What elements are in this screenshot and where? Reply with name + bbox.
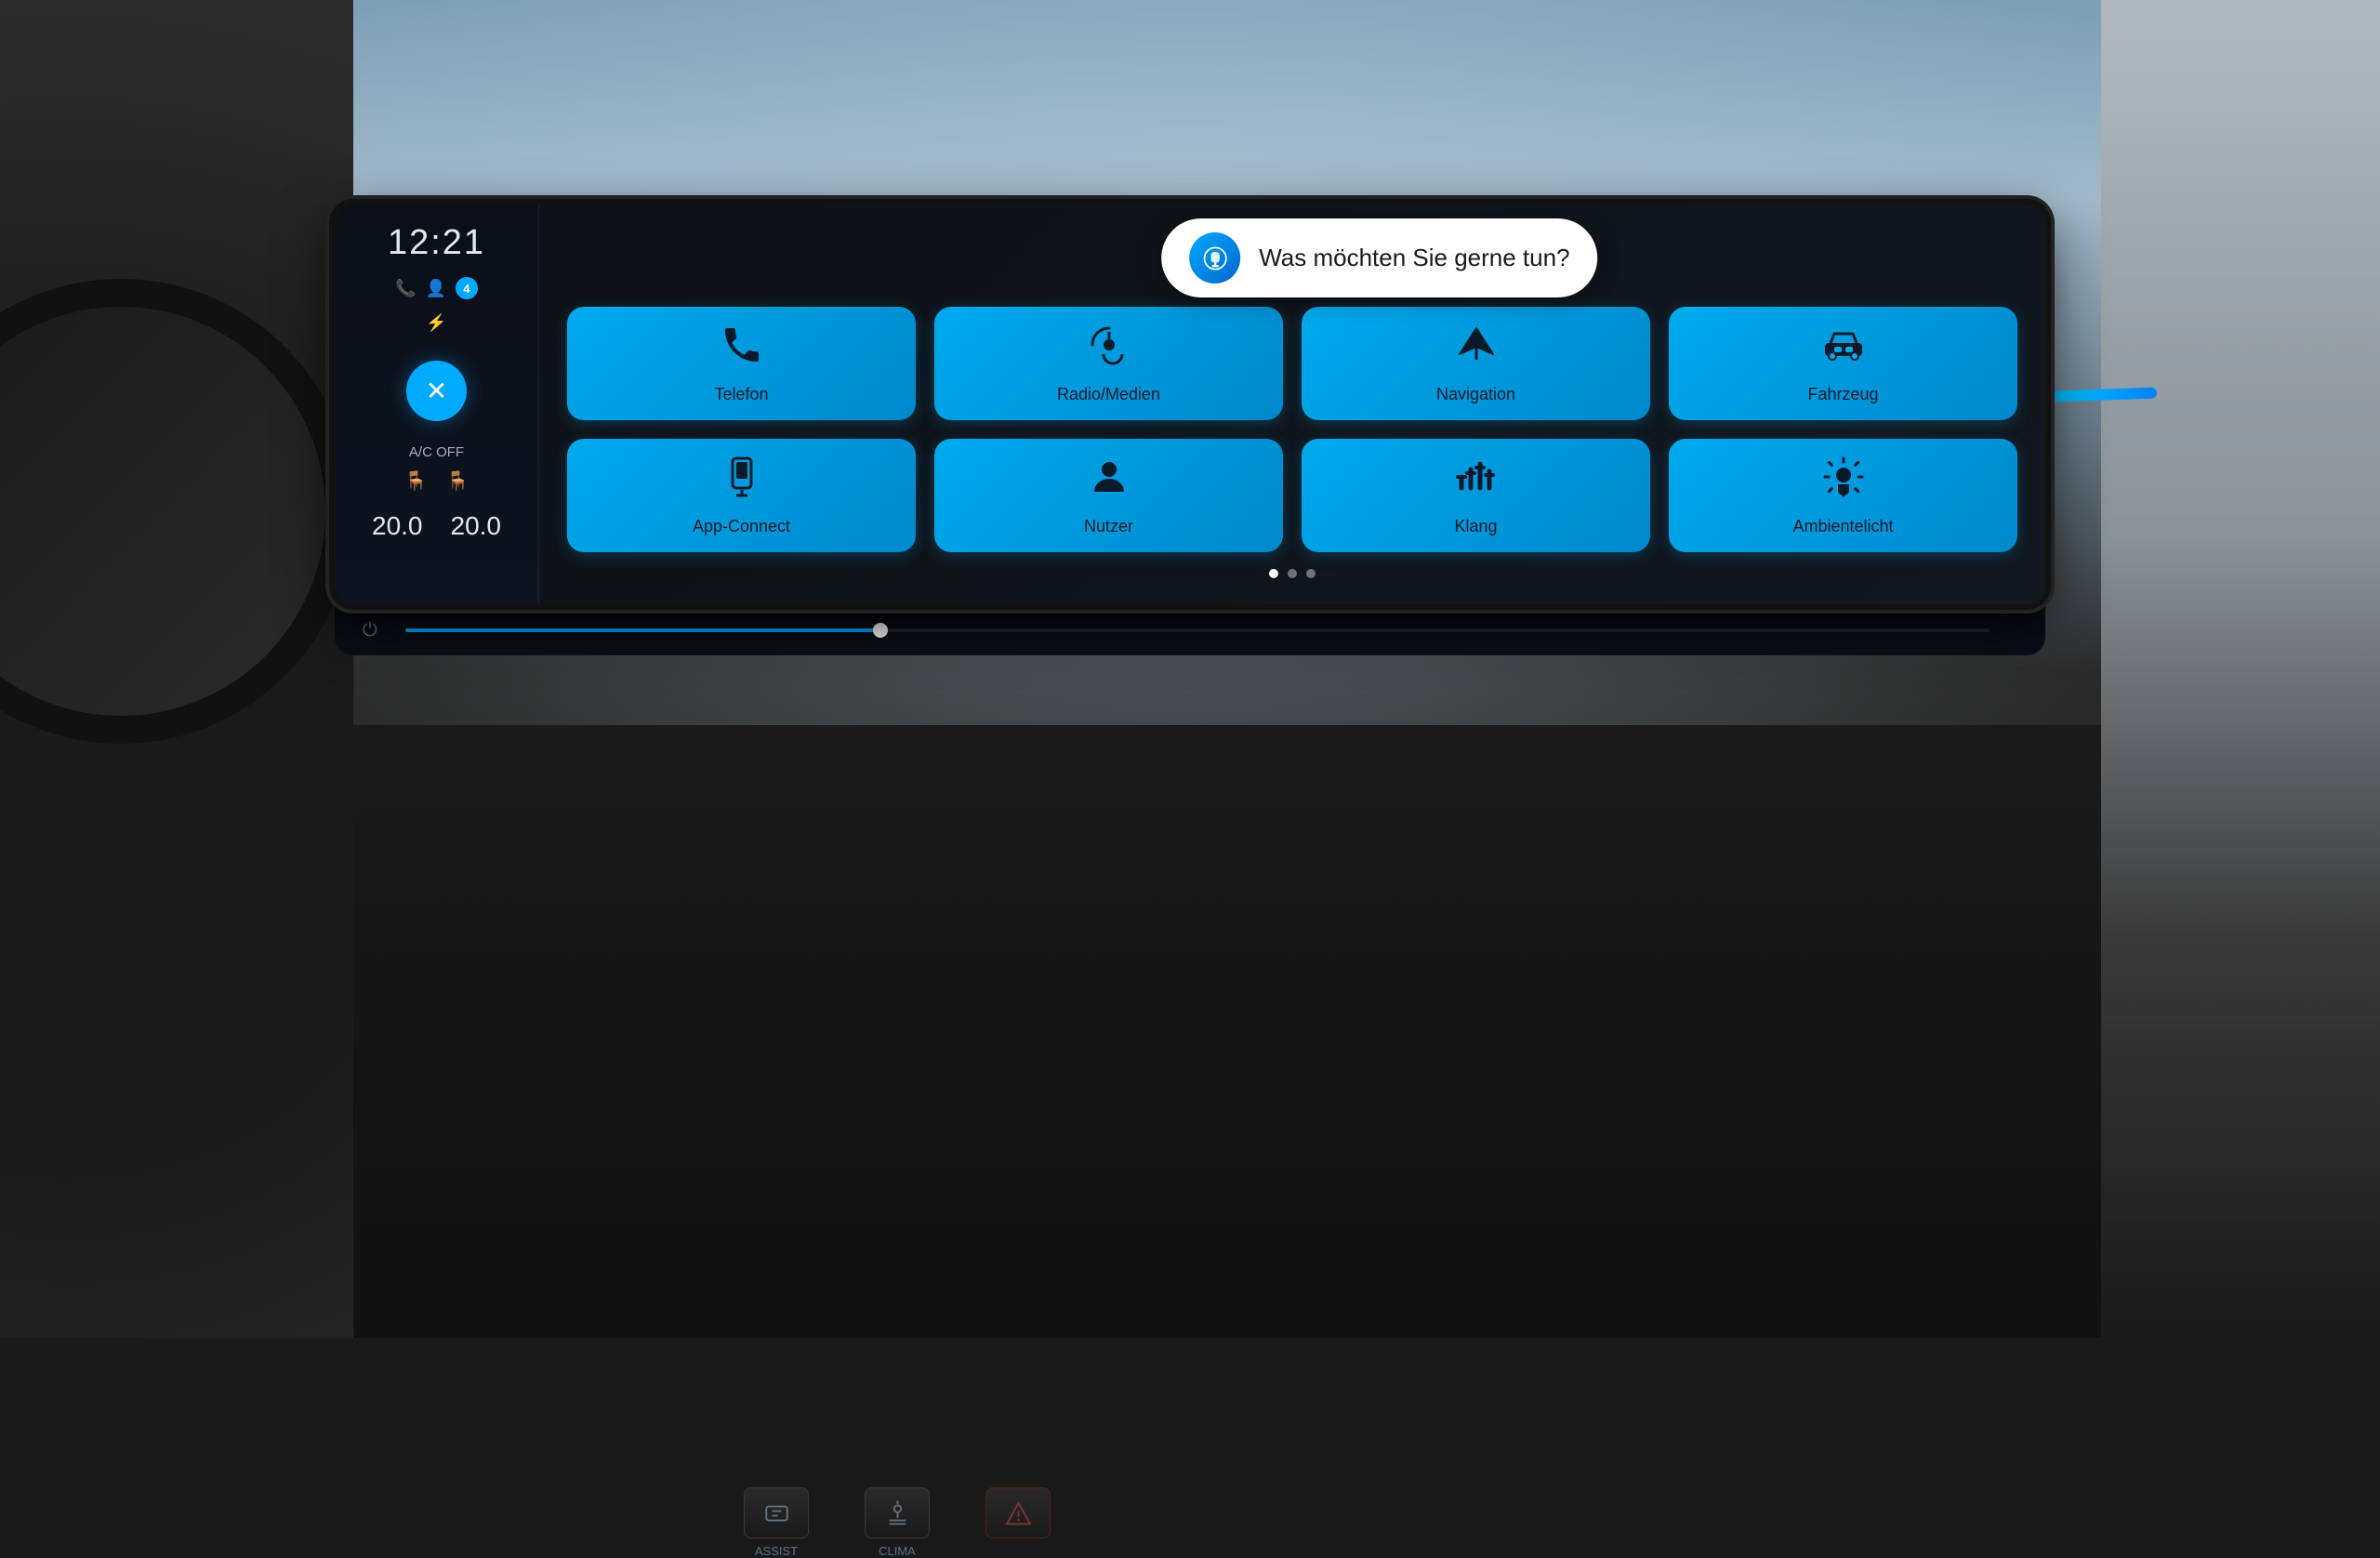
climate-panel: 12:21 📞 👤 4 ⚡ ✕ A/C OFF 🪑 🪑 20.0 20.0 [335, 205, 539, 604]
page-dot-2[interactable] [1288, 569, 1297, 578]
voice-assistant-icon [1189, 232, 1240, 284]
close-icon: ✕ [426, 376, 447, 406]
ambientelicht-label: Ambientelicht [1792, 517, 1893, 536]
nutzer-icon [1087, 455, 1131, 506]
phone-status-icon: 📞 [395, 279, 416, 298]
steering-wheel-area [0, 0, 353, 1338]
app-grid: Telefon Radio/Medien [567, 307, 2017, 561]
temperature-row: 20.0 20.0 [372, 511, 501, 541]
screen-content: 12:21 📞 👤 4 ⚡ ✕ A/C OFF 🪑 🪑 20.0 20.0 [335, 205, 2045, 604]
temp-left: 20.0 [372, 511, 423, 541]
klang-label: Klang [1454, 517, 1497, 536]
hazard-button[interactable] [985, 1487, 1051, 1558]
status-icons-row: 📞 👤 4 [395, 277, 478, 299]
hazard-icon [985, 1487, 1051, 1538]
volume-slider-thumb [873, 623, 888, 638]
app-connect-icon [720, 455, 764, 506]
volume-slider[interactable] [405, 628, 1990, 632]
app-tile-telefon[interactable]: Telefon [567, 307, 916, 420]
volume-slider-fill [405, 628, 880, 632]
voice-assistant-bubble[interactable]: Was möchten Sie gerne tun? [1161, 218, 1597, 297]
clima-label: CLIMA [879, 1544, 916, 1558]
clima-icon [865, 1487, 930, 1538]
power-button[interactable]: ⏻ [363, 620, 377, 641]
microphone-svg [1202, 245, 1228, 271]
page-dot-1[interactable] [1269, 569, 1278, 578]
fahrzeug-label: Fahrzeug [1807, 385, 1878, 404]
physical-buttons-row: ASSIST CLIMA [744, 1487, 1051, 1558]
time-display: 12:21 [388, 223, 485, 263]
temp-right: 20.0 [451, 511, 502, 541]
telefon-label: Telefon [714, 385, 768, 404]
app-tile-app-connect[interactable]: App-Connect [567, 439, 916, 552]
app-tile-navigation[interactable]: Navigation [1302, 307, 1650, 420]
right-dashboard [2101, 0, 2380, 1338]
klang-icon [1454, 455, 1499, 506]
bottom-control-bar: ⏻ [335, 604, 2045, 655]
assist-button[interactable]: ASSIST [744, 1487, 809, 1558]
app-tile-klang[interactable]: Klang [1302, 439, 1650, 552]
ambientelicht-icon [1821, 455, 1866, 506]
clima-button[interactable]: CLIMA [865, 1487, 930, 1558]
seat-heat-right-icon: 🪑 [446, 469, 469, 493]
navigation-icon [1454, 323, 1499, 374]
seat-heat-left-icon: 🪑 [404, 469, 428, 493]
voice-prompt-text: Was möchten Sie gerne tun? [1259, 244, 1569, 272]
page-indicator [567, 561, 2017, 586]
lower-dashboard: ASSIST CLIMA [0, 725, 2380, 1338]
fahrzeug-icon [1821, 323, 1866, 374]
assist-icon [744, 1487, 809, 1538]
ac-status-label: A/C OFF [409, 444, 464, 460]
people-icon: 👤 [426, 279, 446, 298]
infotainment-screen: 12:21 📞 👤 4 ⚡ ✕ A/C OFF 🪑 🪑 20.0 20.0 [335, 205, 2045, 604]
telefon-icon [720, 323, 764, 374]
page-dot-3[interactable] [1306, 569, 1316, 578]
app-tile-ambientelicht[interactable]: Ambientelicht [1669, 439, 2017, 552]
close-button[interactable]: ✕ [406, 361, 467, 421]
app-connect-label: App-Connect [693, 517, 790, 536]
app-tile-fahrzeug[interactable]: Fahrzeug [1669, 307, 2017, 420]
nutzer-label: Nutzer [1084, 517, 1133, 536]
wireless-charging-icon: ⚡ [426, 313, 446, 333]
app-tile-nutzer[interactable]: Nutzer [934, 439, 1283, 552]
navigation-label: Navigation [1436, 385, 1515, 404]
radio-icon [1087, 323, 1131, 374]
radio-medien-label: Radio/Medien [1057, 385, 1160, 404]
notification-badge: 4 [456, 277, 478, 299]
steering-wheel [0, 279, 353, 744]
main-app-area: Was möchten Sie gerne tun? Telefon [539, 205, 2045, 604]
app-tile-radio-medien[interactable]: Radio/Medien [934, 307, 1283, 420]
assist-label: ASSIST [755, 1544, 798, 1558]
seat-heat-icons: 🪑 🪑 [404, 469, 469, 493]
wireless-charging-row: ⚡ [426, 313, 446, 333]
